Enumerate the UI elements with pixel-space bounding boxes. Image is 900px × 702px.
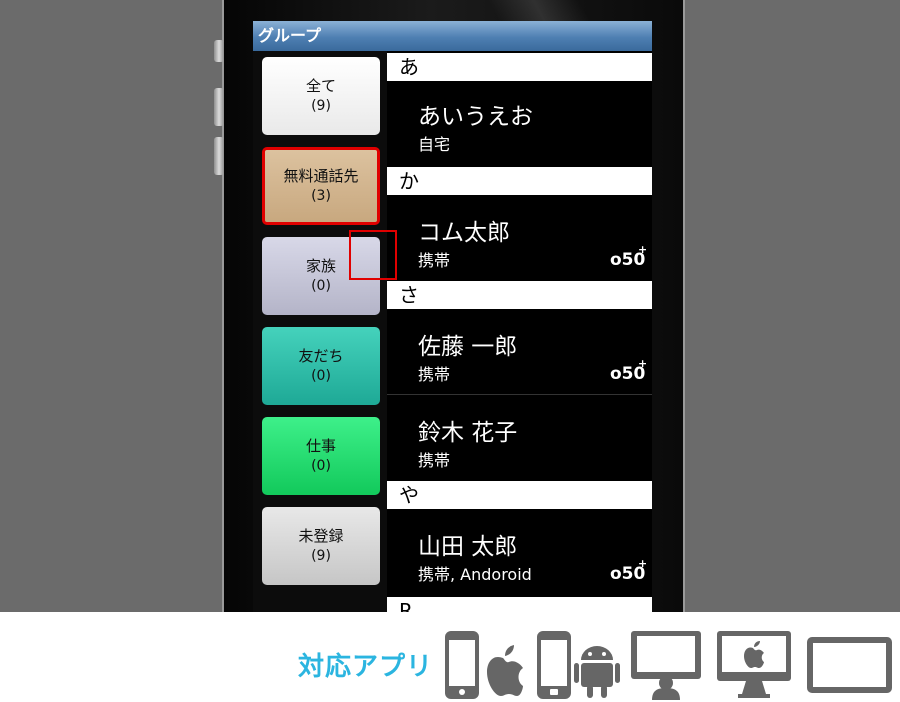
- screenshot-stage: グループ 全て (9) 無料通話先 (3) 家族 (0) 友だち (0) 仕事 …: [0, 0, 900, 612]
- phone-side-button: [214, 40, 224, 62]
- contact-phone-type: 携帯, Andoroid: [418, 565, 532, 584]
- section-header: か: [387, 167, 652, 195]
- contact-name: 鈴木 花子: [418, 420, 518, 446]
- mac-apple-icon: [717, 631, 791, 698]
- contact-name: あいうえお: [418, 104, 533, 130]
- contact-row[interactable]: 鈴木 花子 携帯: [387, 395, 652, 481]
- group-count: (3): [311, 188, 331, 204]
- section-header: R: [387, 597, 652, 612]
- group-label: 仕事: [305, 437, 336, 455]
- 050-icon: o50 +: [610, 243, 646, 269]
- group-label: 友だち: [298, 347, 344, 365]
- android-phone-icon: [537, 631, 620, 699]
- group-label: 全て: [305, 77, 336, 95]
- contact-row[interactable]: 山田 太郎 携帯, Andoroid o50 +: [387, 509, 652, 595]
- section-header: や: [387, 481, 652, 509]
- group-count: (9): [311, 98, 331, 114]
- svg-text:+: +: [638, 557, 646, 570]
- tablet-icon: [807, 637, 892, 693]
- group-count: (0): [311, 458, 331, 474]
- contact-name: コム太郎: [418, 220, 510, 246]
- iphone-apple-icon: [445, 631, 523, 699]
- group-button-work[interactable]: 仕事 (0): [262, 417, 380, 495]
- contact-row[interactable]: コム太郎 携帯 o50 +: [387, 195, 652, 281]
- supported-apps-label: 対応アプリ: [298, 652, 434, 682]
- group-label: 未登録: [298, 527, 344, 545]
- 050-icon: o50 +: [610, 557, 646, 583]
- contact-name: 佐藤 一郎: [418, 334, 518, 360]
- app-screen: グループ 全て (9) 無料通話先 (3) 家族 (0) 友だち (0) 仕事 …: [253, 21, 652, 612]
- svg-text:+: +: [638, 243, 646, 256]
- group-label: 無料通話先: [283, 167, 359, 185]
- contact-row[interactable]: 佐藤 一郎 携帯 o50 +: [387, 309, 652, 395]
- group-count: (9): [311, 548, 331, 564]
- phone-volume-down: [214, 137, 224, 175]
- phone-volume-up: [214, 88, 224, 126]
- group-panel: 全て (9) 無料通話先 (3) 家族 (0) 友だち (0) 仕事 (0) 未…: [253, 51, 387, 612]
- group-button-all[interactable]: 全て (9): [262, 57, 380, 135]
- section-header: あ: [387, 53, 652, 81]
- contact-phone-type: 携帯: [418, 251, 451, 270]
- svg-text:+: +: [638, 357, 646, 370]
- contact-name: 山田 太郎: [418, 534, 518, 560]
- 050-icon-highlight: [349, 230, 397, 280]
- contact-row[interactable]: あいうえお 自宅: [387, 81, 652, 167]
- group-count: (0): [311, 368, 331, 384]
- group-button-friends[interactable]: 友だち (0): [262, 327, 380, 405]
- group-count: (0): [311, 278, 331, 294]
- group-button-free-call[interactable]: 無料通話先 (3): [262, 147, 380, 225]
- group-button-unregistered[interactable]: 未登録 (9): [262, 507, 380, 585]
- contact-phone-type: 携帯: [418, 365, 451, 384]
- group-label: 家族: [305, 257, 336, 275]
- pc-user-icon: [631, 631, 701, 700]
- contact-phone-type: 自宅: [418, 135, 451, 154]
- contact-list: あ あいうえお 自宅 か コム太郎 携帯 o50 + さ 佐藤 一郎 携帯 o5…: [387, 51, 652, 612]
- contact-phone-type: 携帯: [418, 451, 451, 470]
- 050-icon: o50 +: [610, 357, 646, 383]
- title-bar: グループ: [253, 21, 652, 51]
- section-header: さ: [387, 281, 652, 309]
